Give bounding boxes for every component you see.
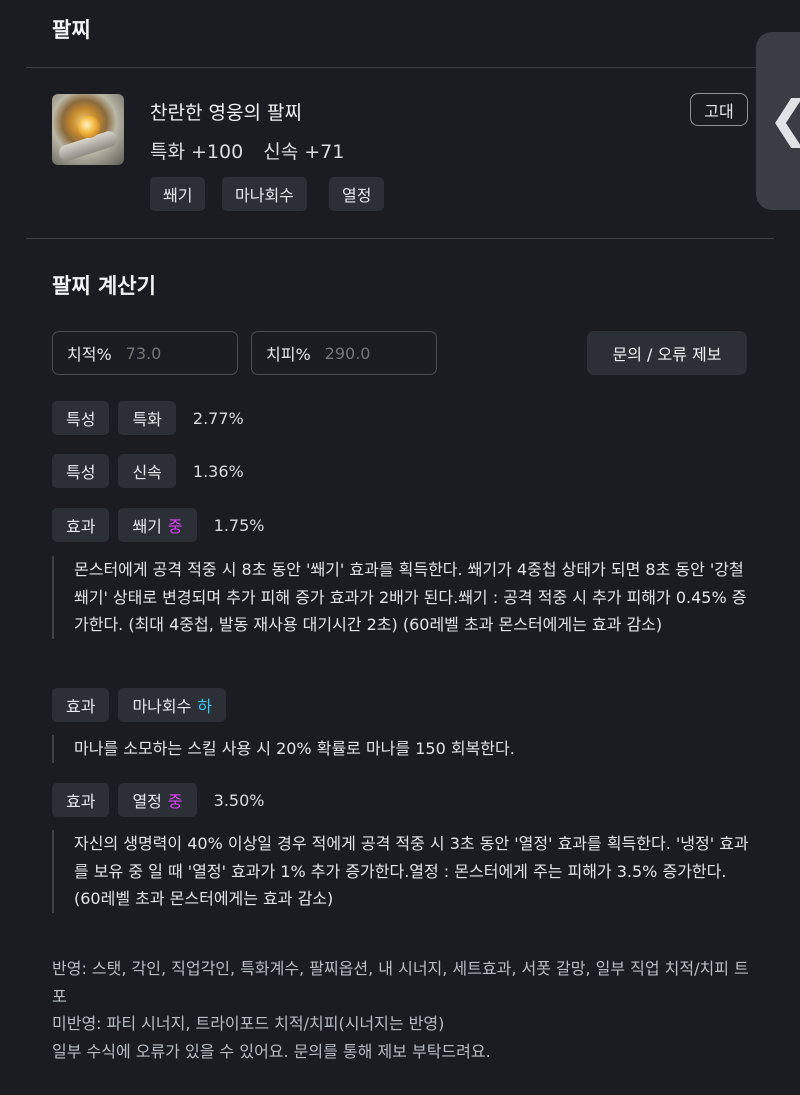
effect-description: 몬스터에게 공격 적중 시 8초 동안 '쐐기' 효과를 획득한다. 쐐기가 4… (52, 556, 752, 639)
effect-level: 중 (167, 517, 183, 536)
result-row: 특성 신속 1.36% (52, 454, 244, 488)
result-type-chip: 효과 (52, 688, 110, 722)
grade-badge: 고대 (690, 93, 748, 126)
stat-specialization: 특화 +100 (150, 141, 244, 163)
result-type-chip: 효과 (52, 783, 110, 817)
result-type-chip: 효과 (52, 508, 110, 542)
result-row: 효과 열정 중 3.50% (52, 783, 264, 817)
effect-name: 쐐기 (132, 517, 162, 536)
result-row: 효과 쐐기 중 1.75% (52, 508, 264, 542)
not-applied-note: 미반영: 파티 시너지, 트라이포드 치적/치피(시너지는 반영) (52, 1014, 445, 1033)
tag-wedge: 쐐기 (150, 177, 206, 211)
tag-mana-recovery: 마나회수 (222, 177, 307, 211)
result-name-chip: 마나회수 하 (118, 688, 227, 722)
result-value: 3.50% (213, 790, 265, 810)
bracelet-name: 찬란한 영웅의 팔찌 (150, 102, 302, 124)
chevron-left-icon: ❮ (768, 90, 800, 148)
report-button[interactable]: 문의 / 오류 제보 (587, 331, 747, 375)
stat-swiftness: 신속 +71 (263, 141, 345, 163)
header-divider (26, 67, 774, 68)
result-row: 특성 특화 2.77% (52, 401, 244, 435)
result-value: 1.36% (192, 461, 244, 481)
crit-damage-input[interactable] (324, 343, 415, 363)
crit-rate-input[interactable] (125, 343, 216, 363)
footer-notes: 반영: 스탯, 각인, 직업각인, 특화계수, 팔찌옵션, 내 시너지, 세트효… (52, 955, 752, 1065)
result-row: 효과 마나회수 하 (52, 688, 235, 722)
effect-description: 자신의 생명력이 40% 이상일 경우 적에게 공격 적중 시 3초 동안 '열… (52, 830, 752, 913)
page-title: 팔찌 (52, 18, 91, 42)
crit-damage-label: 치피% (266, 345, 311, 364)
crit-rate-field[interactable]: 치적% (52, 331, 238, 375)
effect-name: 열정 (132, 792, 162, 811)
result-name-chip: 열정 중 (118, 783, 197, 817)
effect-description: 마나를 소모하는 스킬 사용 시 20% 확률로 마나를 150 회복한다. (52, 735, 752, 763)
result-name-chip: 신속 (118, 454, 176, 488)
effect-level: 중 (167, 792, 183, 811)
crit-rate-label: 치적% (67, 345, 112, 364)
bracelet-item-icon (52, 94, 124, 165)
error-notice: 일부 수식에 오류가 있을 수 있어요. 문의를 통해 제보 부탁드려요. (52, 1041, 491, 1061)
calculator-title: 팔찌 계산기 (52, 274, 156, 298)
crit-damage-field[interactable]: 치피% (251, 331, 437, 375)
result-name-chip: 특화 (118, 401, 176, 435)
effect-level: 하 (197, 697, 213, 716)
effect-name: 마나회수 (132, 697, 192, 716)
result-type-chip: 특성 (52, 401, 110, 435)
result-name-chip: 쐐기 중 (118, 508, 197, 542)
panel-collapse-handle[interactable]: ❮ (756, 32, 800, 210)
applied-note: 반영: 스탯, 각인, 직업각인, 특화계수, 팔찌옵션, 내 시너지, 세트효… (52, 959, 749, 1006)
bracelet-panel: 팔찌 찬란한 영웅의 팔찌 고대 특화 +100 신속 +71 쐐기 마나회수 … (0, 0, 800, 1095)
result-type-chip: 특성 (52, 454, 110, 488)
bracelet-stats: 특화 +100 신속 +71 (150, 137, 358, 164)
result-value: 2.77% (192, 408, 244, 428)
tag-passion: 열정 (329, 177, 385, 211)
section-divider (26, 238, 774, 239)
result-value: 1.75% (213, 515, 265, 535)
